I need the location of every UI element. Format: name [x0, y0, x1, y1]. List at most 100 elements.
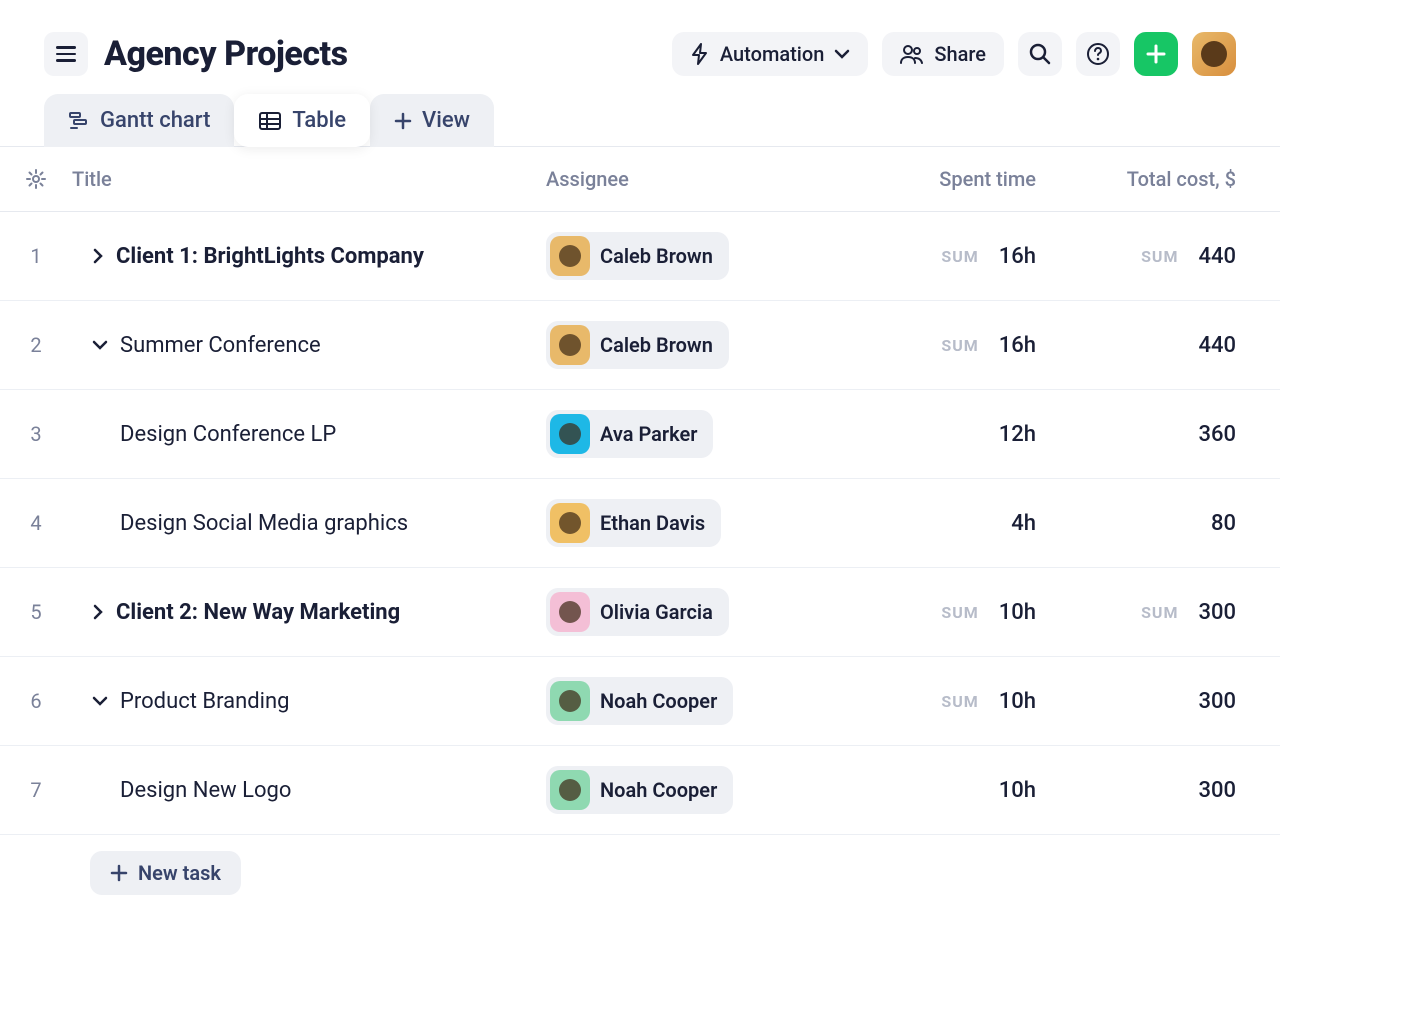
col-title[interactable]: Title [72, 167, 546, 191]
row-title[interactable]: Design Conference LP [72, 422, 546, 447]
avatar [550, 414, 590, 454]
row-spent[interactable]: SUM 10h [836, 600, 1036, 625]
avatar [550, 503, 590, 543]
row-title-text: Design Conference LP [120, 422, 336, 447]
plus-icon [110, 864, 128, 882]
spent-value: 12h [999, 422, 1036, 447]
row-cost[interactable]: SUM300 [1036, 600, 1236, 625]
sum-label: SUM [941, 603, 978, 622]
column-headers: Title Assignee Spent time Total cost, $ [0, 147, 1280, 212]
plus-icon [394, 112, 412, 130]
row-cost[interactable]: 80 [1036, 511, 1236, 536]
row-title[interactable]: Design New Logo [72, 778, 546, 803]
avatar [550, 770, 590, 810]
sum-label: SUM [941, 336, 978, 355]
row-cost[interactable]: SUM 440 [1036, 244, 1236, 269]
search-button[interactable] [1018, 32, 1062, 76]
table-row[interactable]: 2Summer ConferenceCaleb BrownSUM16h440 [0, 301, 1280, 390]
col-spent[interactable]: Spent time [836, 167, 1036, 191]
row-title[interactable]: Client 2: New Way Marketing [72, 600, 546, 625]
chevron-right-icon[interactable] [92, 604, 104, 620]
spent-value: 16h [999, 244, 1036, 269]
assignee-chip[interactable]: Ethan Davis [546, 499, 721, 547]
new-task-button[interactable]: New task [90, 851, 241, 895]
row-assignee[interactable]: Caleb Brown [546, 321, 836, 369]
row-assignee[interactable]: Ava Parker [546, 410, 836, 458]
tab-add-view[interactable]: View [370, 94, 494, 147]
assignee-chip[interactable]: Noah Cooper [546, 766, 733, 814]
row-title-text: Client 2: New Way Marketing [116, 600, 400, 625]
row-number: 5 [0, 600, 72, 624]
user-avatar[interactable] [1192, 32, 1236, 76]
row-title-text: Design Social Media graphics [120, 511, 408, 536]
row-spent[interactable]: SUM 10h [836, 689, 1036, 714]
spent-value: 10h [999, 600, 1036, 625]
assignee-chip[interactable]: Ava Parker [546, 410, 713, 458]
row-title[interactable]: Summer Conference [72, 333, 546, 358]
tab-gantt-label: Gantt chart [100, 108, 210, 133]
spent-value: 10h [999, 689, 1036, 714]
row-spent[interactable]: 10h [836, 778, 1036, 803]
row-assignee[interactable]: Caleb Brown [546, 232, 836, 280]
sum-label: SUM [941, 692, 978, 711]
row-cost[interactable]: 300 [1036, 778, 1236, 803]
row-cost[interactable]: 300 [1036, 689, 1236, 714]
page-title: Agency Projects [104, 34, 656, 74]
new-task-label: New task [138, 861, 221, 885]
help-button[interactable] [1076, 32, 1120, 76]
table-row[interactable]: 1Client 1: BrightLights CompanyCaleb Bro… [0, 212, 1280, 301]
share-button[interactable]: Share [882, 32, 1004, 76]
avatar [550, 681, 590, 721]
assignee-name: Noah Cooper [600, 778, 717, 802]
row-assignee[interactable]: Olivia Garcia [546, 588, 836, 636]
row-spent[interactable]: 4h [836, 511, 1036, 536]
menu-button[interactable] [44, 32, 88, 76]
row-spent[interactable]: SUM 16h [836, 244, 1036, 269]
tab-table[interactable]: Table [234, 94, 370, 147]
col-assignee[interactable]: Assignee [546, 167, 836, 191]
row-cost[interactable]: 360 [1036, 422, 1236, 447]
row-spent[interactable]: SUM16h [836, 333, 1036, 358]
plus-icon [1146, 44, 1166, 64]
cost-value: 440 [1198, 244, 1236, 269]
table-row[interactable]: 3Design Conference LPAva Parker12h360 [0, 390, 1280, 479]
cost-value: 80 [1211, 511, 1236, 536]
table-row[interactable]: 6Product BrandingNoah CooperSUM10h300 [0, 657, 1280, 746]
chevron-right-icon[interactable] [92, 248, 104, 264]
row-title[interactable]: Design Social Media graphics [72, 511, 546, 536]
sum-label: SUM [941, 247, 978, 266]
assignee-chip[interactable]: Noah Cooper [546, 677, 733, 725]
row-cost[interactable]: 440 [1036, 333, 1236, 358]
tab-add-view-label: View [422, 108, 470, 133]
avatar [550, 236, 590, 276]
assignee-chip[interactable]: Caleb Brown [546, 232, 729, 280]
table-row[interactable]: 4Design Social Media graphicsEthan Davis… [0, 479, 1280, 568]
row-title[interactable]: Client 1: BrightLights Company [72, 244, 546, 269]
chevron-down-icon[interactable] [92, 339, 108, 351]
assignee-chip[interactable]: Olivia Garcia [546, 588, 729, 636]
table-row[interactable]: 7Design New Logo Noah Cooper 10h 300 [0, 746, 1280, 835]
row-assignee[interactable]: Ethan Davis [546, 499, 836, 547]
chevron-down-icon[interactable] [92, 695, 108, 707]
assignee-name: Olivia Garcia [600, 600, 713, 624]
tab-gantt-chart[interactable]: Gantt chart [44, 94, 234, 147]
assignee-name: Noah Cooper [600, 689, 717, 713]
row-title-text: Summer Conference [120, 333, 321, 358]
cost-value: 300 [1198, 778, 1236, 803]
row-number: 7 [0, 778, 72, 802]
assignee-chip[interactable]: Caleb Brown [546, 321, 729, 369]
add-button[interactable] [1134, 32, 1178, 76]
assignee-name: Caleb Brown [600, 333, 713, 357]
people-icon [900, 44, 924, 64]
gear-icon[interactable] [25, 168, 47, 190]
col-cost[interactable]: Total cost, $ [1036, 167, 1236, 191]
row-assignee[interactable]: Noah Cooper [546, 677, 836, 725]
row-spent[interactable]: 12h [836, 422, 1036, 447]
table-row[interactable]: 5 Client 2: New Way Marketing Olivia Garci… [0, 568, 1280, 657]
hamburger-icon [56, 46, 76, 62]
row-title[interactable]: Product Branding [72, 689, 546, 714]
sum-label: SUM [1141, 247, 1178, 266]
row-number: 1 [0, 244, 72, 268]
row-assignee[interactable]: Noah Cooper [546, 766, 836, 814]
automation-button[interactable]: Automation [672, 32, 869, 76]
